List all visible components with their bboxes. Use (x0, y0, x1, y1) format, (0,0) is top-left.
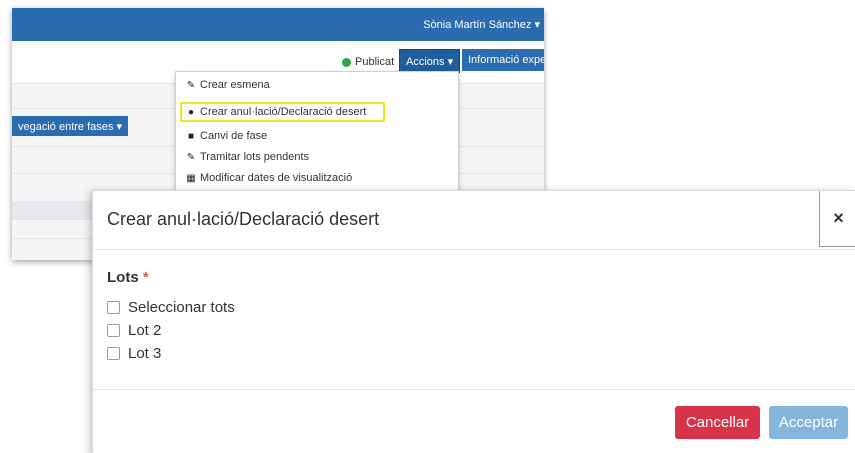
menu-item-canvi-fase[interactable]: ■ Canvi de fase (186, 127, 267, 145)
checkbox-label: Lot 3 (128, 345, 162, 362)
calendar-icon: ▦ (186, 172, 196, 184)
modal-title: Crear anul·lació/Declaració desert (107, 209, 380, 229)
menu-item-tramitar-lots[interactable]: ✎ Tramitar lots pendents (186, 148, 309, 166)
modal-header: Crear anul·lació/Declaració desert × (93, 191, 855, 250)
informacio-button[interactable]: Informació expe (462, 49, 544, 71)
accions-button[interactable]: Accions ▾ (399, 49, 461, 73)
lots-label-text: Lots (107, 269, 139, 286)
checkbox-icon[interactable] (107, 301, 120, 314)
top-navbar: Sònia Martín Sánchez ▾ (12, 8, 544, 41)
checkbox-label: Seleccionar tots (128, 299, 235, 316)
accions-dropdown-menu: ✎ Crear esmena ● Crear anul·lació/Declar… (175, 71, 459, 197)
checkbox-lot-3[interactable]: Lot 3 (107, 345, 161, 362)
edit-icon: ✎ (186, 79, 196, 91)
status-indicator: Publicat (342, 56, 394, 68)
navegacio-fases-button[interactable]: vegació entre fases ▾ (12, 116, 128, 136)
checkbox-icon[interactable] (107, 324, 120, 337)
circle-x-icon: ● (187, 106, 195, 118)
required-mark: * (142, 269, 149, 286)
copy-icon: ■ (187, 130, 195, 142)
status-label: Publicat (355, 56, 395, 68)
menu-item-crear-esmena[interactable]: ✎ Crear esmena (186, 76, 270, 94)
user-menu[interactable]: Sònia Martín Sánchez ▾ (423, 18, 540, 31)
checkbox-seleccionar-tots[interactable]: Seleccionar tots (107, 299, 235, 316)
accept-button[interactable]: Acceptar (769, 406, 848, 439)
checkbox-label: Lot 2 (128, 322, 162, 339)
menu-item-crear-anullacio[interactable]: ● Crear anul·lació/Declaració desert (186, 103, 366, 121)
footer-divider (93, 389, 855, 390)
cancel-button[interactable]: Cancellar (675, 406, 760, 439)
checkbox-icon[interactable] (107, 347, 120, 360)
anullacio-modal: Crear anul·lació/Declaració desert × Lot… (92, 190, 855, 453)
edit-icon: ✎ (186, 151, 196, 163)
close-button[interactable]: × (819, 191, 855, 247)
menu-item-modificar-dates[interactable]: ▦ Modificar dates de visualització (186, 169, 352, 187)
lots-label: Lots * (107, 269, 149, 286)
checkbox-lot-2[interactable]: Lot 2 (107, 322, 161, 339)
status-dot-icon (342, 57, 351, 67)
